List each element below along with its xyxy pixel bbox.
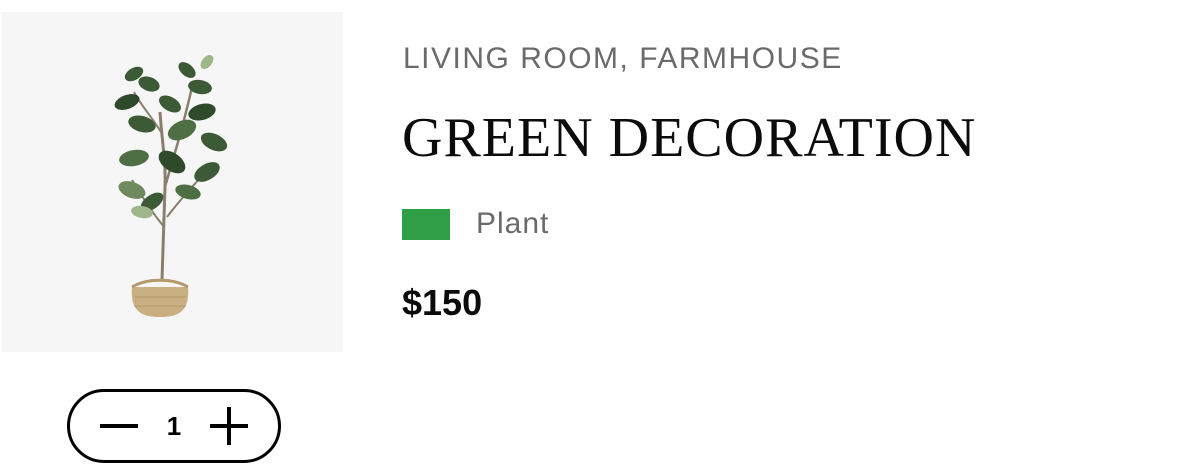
color-swatch <box>402 208 450 240</box>
increment-button[interactable] <box>208 405 250 447</box>
quantity-value: 1 <box>166 410 182 441</box>
minus-icon <box>100 424 138 428</box>
product-categories: LIVING ROOM, FARMHOUSE <box>403 42 843 75</box>
product-image[interactable] <box>2 12 343 352</box>
plant-image <box>114 55 228 317</box>
product-title: GREEN DECORATION <box>402 107 977 169</box>
color-label: Plant <box>476 207 550 240</box>
color-variant: Plant <box>402 206 549 242</box>
quantity-stepper: 1 <box>67 389 281 463</box>
product-price: $150 <box>402 282 483 323</box>
decrement-button[interactable] <box>98 405 140 447</box>
